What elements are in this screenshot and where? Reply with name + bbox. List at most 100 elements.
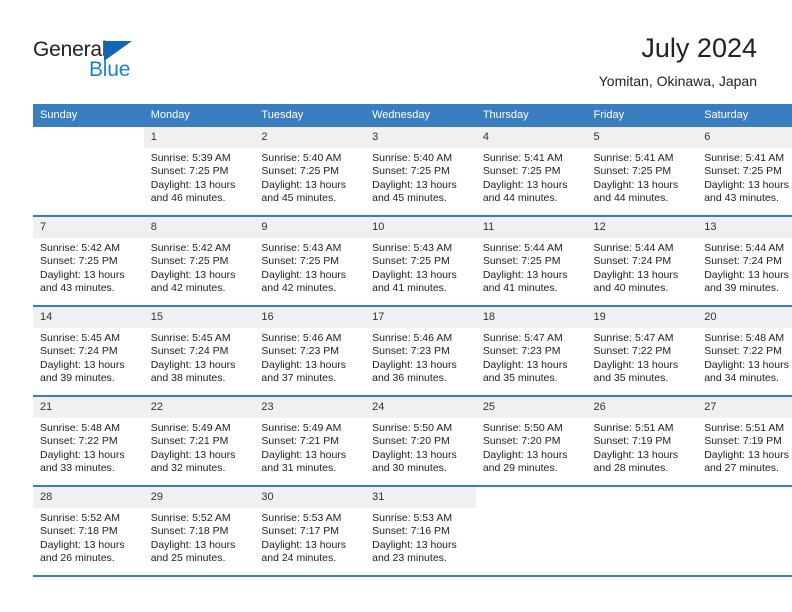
day-details: Sunrise: 5:48 AM Sunset: 7:22 PM Daylight:… [697, 328, 792, 385]
calendar-day-cell[interactable]: 7 Sunrise: 5:42 AM Sunset: 7:25 PM Daylight… [33, 216, 144, 307]
calendar-day-cell[interactable]: 17 Sunrise: 5:46 AM Sunset: 7:23 PM Dayligh… [365, 306, 476, 397]
daylight-duration-line2: and 44 minutes. [593, 191, 669, 204]
day-number: 4 [475, 127, 587, 148]
calendar-day-cell[interactable]: 11 Sunrise: 5:44 AM Sunset: 7:25 PM Dayligh… [475, 216, 587, 307]
calendar-day-cell[interactable]: 16 Sunrise: 5:46 AM Sunset: 7:23 PM Dayligh… [254, 306, 366, 397]
daylight-duration-line1: Daylight: 13 hours [150, 538, 236, 551]
daylight-duration-line1: Daylight: 13 hours [40, 268, 125, 281]
daylight-duration-line2: and 23 minutes. [372, 551, 447, 564]
day-details: Sunrise: 5:47 AM Sunset: 7:23 PM Daylight:… [476, 328, 587, 385]
sunrise-time: Sunrise: 5:40 AM [261, 152, 342, 164]
page-header: General Blue July 2024 Yomitan, Okinawa,… [0, 0, 792, 103]
daylight-duration-line2: and 39 minutes. [40, 371, 115, 384]
calendar-body: 1 Sunrise: 5:39 AM Sunset: 7:25 PM Daylight… [33, 127, 792, 577]
calendar-day-cell[interactable]: 2 Sunrise: 5:40 AM Sunset: 7:25 PM Daylight… [254, 127, 366, 217]
calendar-day-cell[interactable]: 10 Sunrise: 5:43 AM Sunset: 7:25 PM Dayligh… [365, 216, 476, 307]
day-number: 20 [697, 307, 792, 328]
day-details: Sunrise: 5:42 AM Sunset: 7:25 PM Daylight:… [33, 238, 144, 295]
sunrise-time: Sunrise: 5:52 AM [150, 512, 231, 524]
calendar-day-cell[interactable]: 27 Sunrise: 5:51 AM Sunset: 7:19 PM Dayligh… [697, 396, 792, 487]
day-number [475, 487, 587, 508]
calendar-day-cell[interactable]: 20 Sunrise: 5:48 AM Sunset: 7:22 PM Dayligh… [697, 306, 792, 397]
day-details: Sunrise: 5:53 AM Sunset: 7:17 PM Daylight:… [254, 508, 365, 565]
day-number: 26 [586, 397, 698, 418]
sunset-time: Sunset: 7:22 PM [704, 345, 782, 358]
day-number: 27 [697, 397, 792, 418]
sunset-time: Sunset: 7:25 PM [482, 165, 561, 178]
sunset-time: Sunset: 7:23 PM [482, 345, 561, 358]
calendar-day-cell[interactable]: 5 Sunrise: 5:41 AM Sunset: 7:25 PM Daylight… [586, 127, 698, 217]
sunset-time: Sunset: 7:19 PM [704, 435, 782, 448]
calendar-day-cell[interactable]: 3 Sunrise: 5:40 AM Sunset: 7:25 PM Daylight… [365, 127, 476, 217]
calendar-day-cell[interactable]: 14 Sunrise: 5:45 AM Sunset: 7:24 PM Dayligh… [33, 306, 144, 397]
daylight-duration-line1: Daylight: 13 hours [372, 178, 457, 191]
calendar-day-cell[interactable]: 15 Sunrise: 5:45 AM Sunset: 7:24 PM Dayligh… [143, 306, 255, 397]
day-number: 19 [586, 307, 698, 328]
daylight-duration-line2: and 36 minutes. [372, 371, 447, 384]
day-details: Sunrise: 5:44 AM Sunset: 7:24 PM Daylight:… [697, 238, 792, 295]
sunrise-time: Sunrise: 5:53 AM [372, 512, 453, 524]
calendar-day-cell[interactable]: 9 Sunrise: 5:43 AM Sunset: 7:25 PM Daylight… [254, 216, 366, 307]
calendar-day-cell[interactable]: 28 Sunrise: 5:52 AM Sunset: 7:18 PM Dayligh… [33, 486, 144, 577]
daylight-duration-line1: Daylight: 13 hours [150, 178, 236, 191]
daylight-duration-line1: Daylight: 13 hours [372, 268, 457, 281]
calendar-day-cell[interactable]: 13 Sunrise: 5:44 AM Sunset: 7:24 PM Dayligh… [697, 216, 792, 307]
day-number: 24 [365, 397, 476, 418]
daylight-duration-line1: Daylight: 13 hours [372, 358, 457, 371]
daylight-duration-line2: and 38 minutes. [150, 371, 226, 384]
sunrise-time: Sunrise: 5:50 AM [372, 422, 453, 434]
daylight-duration-line1: Daylight: 13 hours [150, 358, 236, 371]
sunrise-time: Sunrise: 5:42 AM [40, 242, 120, 254]
calendar-day-cell[interactable]: 24 Sunrise: 5:50 AM Sunset: 7:20 PM Dayligh… [365, 396, 476, 487]
calendar-day-cell[interactable]: 12 Sunrise: 5:44 AM Sunset: 7:24 PM Dayligh… [586, 216, 698, 307]
calendar-day-cell[interactable]: 23 Sunrise: 5:49 AM Sunset: 7:21 PM Dayligh… [254, 396, 366, 487]
calendar-day-cell[interactable]: 4 Sunrise: 5:41 AM Sunset: 7:25 PM Daylight… [475, 127, 587, 217]
calendar-day-cell[interactable]: 31 Sunrise: 5:53 AM Sunset: 7:16 PM Dayligh… [365, 486, 476, 577]
sunrise-time: Sunrise: 5:44 AM [593, 242, 674, 254]
sunset-time: Sunset: 7:22 PM [593, 345, 672, 358]
daylight-duration-line1: Daylight: 13 hours [261, 358, 347, 371]
sunrise-time: Sunrise: 5:43 AM [261, 242, 342, 254]
daylight-duration-line2: and 34 minutes. [704, 371, 779, 384]
day-details: Sunrise: 5:52 AM Sunset: 7:18 PM Daylight:… [144, 508, 255, 565]
day-number: 6 [697, 127, 792, 148]
day-details: Sunrise: 5:46 AM Sunset: 7:23 PM Daylight:… [365, 328, 476, 385]
daylight-duration-line1: Daylight: 13 hours [261, 448, 347, 461]
calendar-day-cell[interactable]: 18 Sunrise: 5:47 AM Sunset: 7:23 PM Dayligh… [475, 306, 587, 397]
calendar-day-cell[interactable]: 22 Sunrise: 5:49 AM Sunset: 7:21 PM Dayligh… [143, 396, 255, 487]
sunrise-time: Sunrise: 5:42 AM [150, 242, 231, 254]
daylight-duration-line2: and 42 minutes. [150, 281, 226, 294]
calendar-day-cell[interactable]: 29 Sunrise: 5:52 AM Sunset: 7:18 PM Dayligh… [143, 486, 255, 577]
sunrise-time: Sunrise: 5:48 AM [40, 422, 120, 434]
day-number: 12 [586, 217, 698, 238]
calendar-day-cell[interactable]: 6 Sunrise: 5:41 AM Sunset: 7:25 PM Daylight… [697, 127, 792, 217]
sunset-time: Sunset: 7:20 PM [372, 435, 450, 448]
calendar-week-row: 28 Sunrise: 5:52 AM Sunset: 7:18 PM Dayligh… [33, 486, 792, 577]
sunset-time: Sunset: 7:25 PM [704, 165, 782, 178]
sunset-time: Sunset: 7:24 PM [593, 255, 672, 268]
day-details: Sunrise: 5:49 AM Sunset: 7:21 PM Daylight:… [254, 418, 365, 475]
daylight-duration-line2: and 41 minutes. [372, 281, 447, 294]
sunset-time: Sunset: 7:22 PM [40, 435, 118, 448]
day-details: Sunrise: 5:45 AM Sunset: 7:24 PM Daylight:… [144, 328, 255, 385]
sunrise-time: Sunrise: 5:45 AM [40, 332, 120, 344]
sunrise-time: Sunrise: 5:47 AM [593, 332, 674, 344]
calendar-day-cell[interactable]: 26 Sunrise: 5:51 AM Sunset: 7:19 PM Dayligh… [586, 396, 698, 487]
calendar-day-cell[interactable]: 1 Sunrise: 5:39 AM Sunset: 7:25 PM Daylight… [143, 127, 255, 217]
calendar-day-cell[interactable]: 8 Sunrise: 5:42 AM Sunset: 7:25 PM Daylight… [143, 216, 255, 307]
calendar-day-cell[interactable]: 25 Sunrise: 5:50 AM Sunset: 7:20 PM Dayligh… [475, 396, 587, 487]
day-details: Sunrise: 5:45 AM Sunset: 7:24 PM Daylight:… [33, 328, 144, 385]
calendar-day-cell[interactable]: 30 Sunrise: 5:53 AM Sunset: 7:17 PM Dayligh… [254, 486, 366, 577]
daylight-duration-line2: and 35 minutes. [482, 371, 558, 384]
sunrise-time: Sunrise: 5:50 AM [482, 422, 563, 434]
sunrise-time: Sunrise: 5:43 AM [372, 242, 453, 254]
daylight-duration-line1: Daylight: 13 hours [150, 448, 236, 461]
calendar-day-cell[interactable]: 21 Sunrise: 5:48 AM Sunset: 7:22 PM Dayligh… [33, 396, 144, 487]
daylight-duration-line2: and 43 minutes. [704, 191, 779, 204]
generalblue-logo[interactable]: General Blue [33, 38, 163, 84]
day-number [33, 127, 144, 148]
day-details: Sunrise: 5:52 AM Sunset: 7:18 PM Daylight:… [33, 508, 144, 565]
day-details: Sunrise: 5:49 AM Sunset: 7:21 PM Daylight:… [144, 418, 255, 475]
calendar-day-cell[interactable]: 19 Sunrise: 5:47 AM Sunset: 7:22 PM Dayligh… [586, 306, 698, 397]
day-details: Sunrise: 5:39 AM Sunset: 7:25 PM Daylight:… [144, 148, 255, 205]
